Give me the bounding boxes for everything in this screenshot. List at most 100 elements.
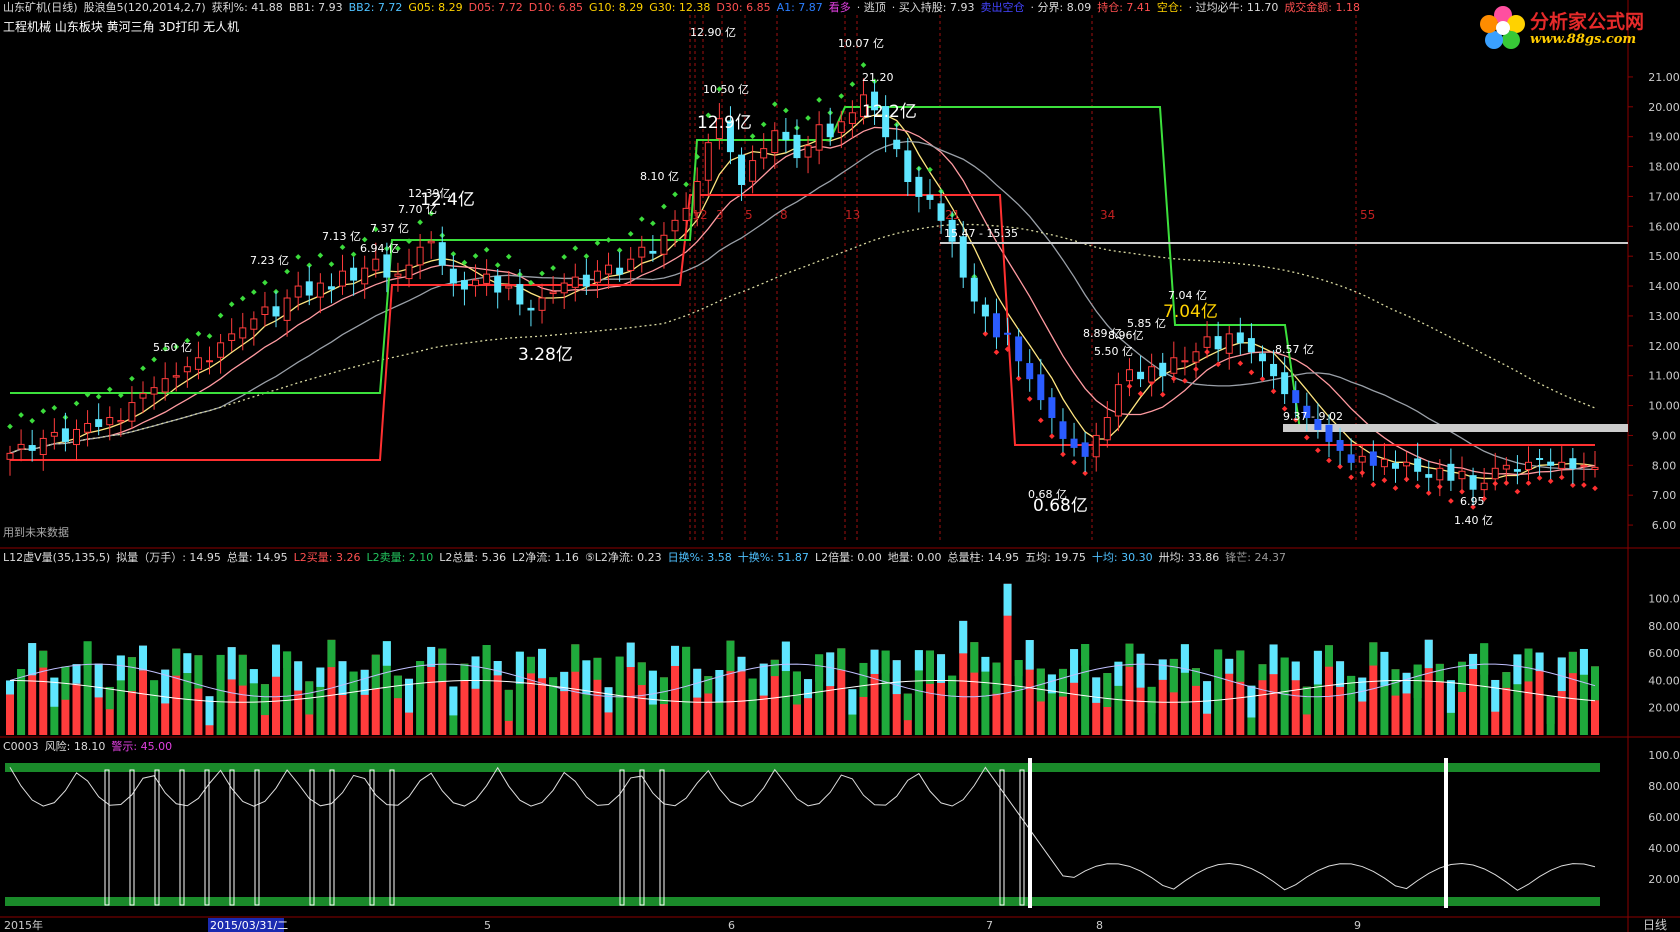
candle-body — [73, 428, 81, 446]
candle-body — [1458, 470, 1466, 480]
volume-bar-top — [183, 653, 192, 674]
volume-bar-top — [216, 654, 225, 672]
price-band — [1283, 424, 1628, 432]
trail-dot — [339, 244, 346, 251]
candle-body — [1447, 463, 1455, 481]
candle-body — [1491, 467, 1499, 480]
header-item: D05: 7.72 — [468, 1, 523, 14]
candle-body — [926, 194, 934, 200]
vol-y-tick-label: 80.00 — [1648, 620, 1680, 633]
flower-logo-icon — [1480, 6, 1525, 49]
trail-dot — [317, 252, 324, 259]
candle-body — [1524, 461, 1532, 470]
candle-body — [516, 284, 524, 305]
vol-ma-line — [9, 679, 1596, 703]
price-annotation: 7.04 亿 — [1168, 289, 1207, 302]
trail-dot — [217, 312, 224, 319]
volume-bar-top — [770, 659, 779, 677]
volume-bar-top — [526, 656, 535, 674]
trail-dot — [838, 93, 845, 99]
risk-header-item: C0003 — [3, 740, 39, 753]
header-item: 持仓: 7.41 — [1097, 1, 1151, 14]
price-annotation: 1.40 亿 — [1454, 514, 1493, 527]
candle-body — [1181, 360, 1189, 363]
trail-dot — [494, 262, 501, 268]
trail-dot — [1248, 369, 1255, 376]
candle-body — [472, 279, 480, 287]
volume-bar-top — [1236, 650, 1245, 682]
candle-body — [438, 242, 446, 266]
trail-dot — [483, 246, 490, 253]
trail-dot — [760, 121, 767, 128]
candle-body — [893, 139, 901, 150]
volume-bar-top — [1203, 681, 1212, 714]
vol-header-item: 日换%: 3.58 — [667, 551, 732, 564]
trail-dot — [650, 220, 656, 227]
candle-body — [826, 123, 834, 138]
trail-dot — [805, 115, 811, 121]
candle-body — [560, 282, 568, 294]
volume-bar-top — [1081, 644, 1090, 666]
vol-y-tick-label: 20.00 — [1648, 702, 1680, 715]
volume-bar-top — [72, 664, 81, 684]
candle-body — [505, 285, 513, 289]
candle-body — [117, 420, 125, 423]
candle-body — [1048, 397, 1056, 419]
volume-bar-top — [1136, 653, 1145, 688]
volume-bar-top — [1413, 664, 1422, 699]
candle-body — [1347, 454, 1355, 463]
trail-dot — [1315, 447, 1321, 454]
candle-body — [1203, 336, 1211, 348]
volume-bar-top — [792, 671, 801, 705]
candle-body — [460, 280, 468, 290]
candle-body — [28, 445, 36, 451]
volume-bar-top — [449, 686, 458, 716]
candle-body — [1425, 474, 1433, 478]
volume-bar-top — [1480, 643, 1489, 675]
candle-body — [1536, 458, 1544, 461]
candle-body — [294, 285, 302, 298]
candle-body — [593, 270, 601, 283]
vol-header-item: 五均: 19.75 — [1025, 551, 1086, 564]
price-annotation: 3.28亿 — [518, 345, 573, 365]
volume-bar-top — [859, 662, 868, 697]
candle-body — [605, 264, 613, 275]
logo-url: www.88gs.com — [1530, 32, 1637, 47]
price-annotation: 15.47 - 15.35 — [944, 227, 1018, 240]
trail-dot — [1071, 459, 1077, 466]
ma60-line — [9, 223, 1596, 454]
price-annotation: 12.90 亿 — [690, 26, 736, 39]
candle-body — [1414, 458, 1422, 472]
candle-body — [1059, 421, 1067, 439]
volume-bar-top — [582, 660, 591, 695]
ma5-line — [9, 114, 1596, 480]
candle-body — [172, 375, 180, 378]
y-tick-label: 7.00 — [1652, 489, 1677, 502]
stock-chart-canvas[interactable]: 21.0020.0019.0018.0017.0016.0015.0014.00… — [0, 0, 1680, 932]
trail-dot — [1592, 485, 1598, 492]
candle-body — [582, 274, 590, 287]
candle-body — [283, 297, 291, 321]
volume-bar-top — [1568, 651, 1577, 674]
time-axis-label: 2015/03/31/二 — [210, 919, 288, 932]
trail-dot — [129, 375, 135, 382]
y-tick-label: 14.00 — [1648, 280, 1680, 293]
candle-body — [549, 291, 557, 295]
header-item: D10: 6.85 — [528, 1, 583, 14]
volume-bar-top — [571, 644, 580, 672]
trail-dot — [1037, 417, 1044, 424]
risk-header-item: 风险: 18.10 — [44, 740, 106, 753]
volume-bar-top — [1546, 696, 1555, 724]
candle-body — [383, 254, 391, 278]
risk-signal-bar — [254, 769, 260, 906]
trail-dot — [672, 191, 678, 198]
header-item: A1: 7.87 — [776, 1, 823, 14]
site-logo: 分析家公式网 www.88gs.com — [1478, 4, 1678, 52]
volume-bar-top — [1070, 649, 1079, 683]
trail-dot — [550, 265, 556, 271]
candle-body — [150, 387, 158, 395]
volume-bar-top — [970, 642, 979, 673]
time-axis-label: 6 — [728, 919, 735, 932]
vol-header-item: 十均: 30.30 — [1091, 551, 1153, 564]
candle-body — [1247, 338, 1255, 353]
